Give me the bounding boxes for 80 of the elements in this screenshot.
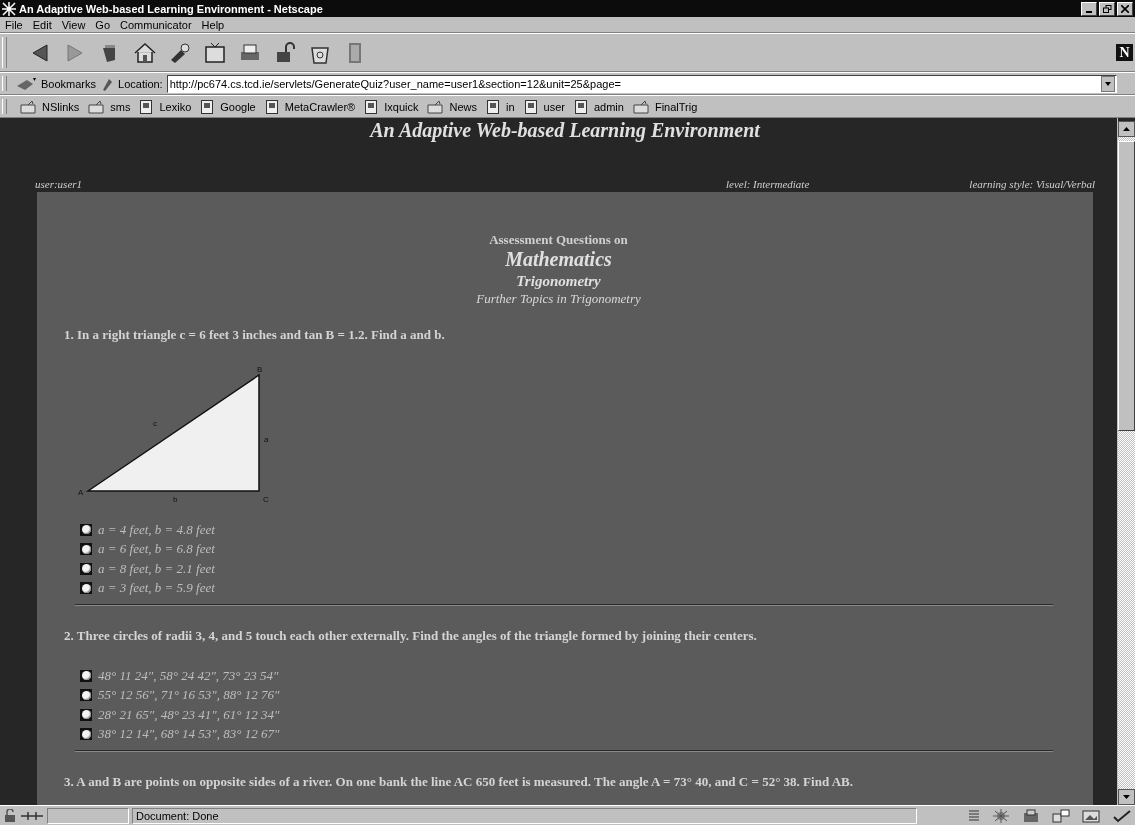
subject-title: Mathematics bbox=[504, 248, 613, 271]
question-text: 2. Three circles of radii 3, 4, and 5 touch each other externally. Find the angles of the triangle formed by joining their centers. bbox=[64, 628, 758, 644]
page-heading: An Adaptive Web-based Learning Environment bbox=[368, 119, 762, 142]
radio-button[interactable] bbox=[80, 523, 92, 536]
bookmarks-button[interactable]: Bookmarks bbox=[41, 77, 97, 90]
quiz-intro: Assessment Questions on bbox=[488, 232, 629, 248]
answer-option: a = 6 feet, b = 6.8 feet bbox=[98, 541, 215, 558]
radio-button[interactable] bbox=[80, 582, 92, 595]
learning-style: learning style: Visual/Verbal bbox=[969, 178, 1095, 190]
location-label: Location: bbox=[118, 77, 163, 90]
scroll-down-icon[interactable] bbox=[1118, 789, 1135, 805]
scroll-up-icon[interactable] bbox=[1118, 121, 1135, 137]
user-name: user:user1 bbox=[35, 178, 83, 190]
question-text: 1. In a right triangle c = 6 feet 3 inches and tan B = 1.2. Find a and b. bbox=[64, 327, 446, 343]
window-title: An Adaptive Web-based Learning Environment - Netscape bbox=[19, 2, 324, 15]
vertex-label: B bbox=[257, 365, 263, 374]
minimize-icon bbox=[1086, 10, 1092, 13]
radio-button[interactable] bbox=[80, 708, 92, 721]
personal-toolbar-item[interactable]: News bbox=[427, 99, 477, 114]
security-lock-icon bbox=[3, 808, 17, 823]
folder-icon bbox=[632, 99, 649, 114]
minimize-button[interactable] bbox=[1081, 1, 1097, 16]
personal-toolbar-item[interactable]: Lexiko bbox=[139, 99, 192, 114]
menu-item[interactable]: Edit bbox=[32, 18, 52, 31]
folder-icon bbox=[88, 99, 105, 114]
side-label: a bbox=[264, 435, 269, 444]
menu-item[interactable]: File bbox=[5, 18, 23, 31]
radio-button[interactable] bbox=[80, 728, 92, 741]
personal-toolbar-item[interactable]: MetaCrawler® bbox=[264, 99, 356, 114]
radio-button[interactable] bbox=[80, 543, 92, 556]
menu-item[interactable]: Communicator bbox=[120, 18, 192, 31]
folder-icon bbox=[427, 99, 444, 114]
scrollbar-thumb[interactable] bbox=[1118, 141, 1135, 431]
personal-toolbar-item[interactable]: user bbox=[523, 99, 565, 114]
answer-option: 28° 21 65", 48° 23 41", 61° 12 34" bbox=[98, 706, 280, 723]
page-icon bbox=[523, 99, 538, 114]
browser-logo: N bbox=[1116, 44, 1133, 61]
answer-option: a = 4 feet, b = 4.8 feet bbox=[98, 521, 215, 538]
status-text: Document: Done bbox=[132, 807, 917, 824]
radio-button[interactable] bbox=[80, 669, 92, 682]
personal-toolbar-item[interactable]: FinalTrig bbox=[632, 99, 698, 114]
answer-option: 38° 12 14", 68° 14 53", 83° 12 67" bbox=[98, 726, 280, 743]
menu-item[interactable]: Help bbox=[201, 18, 225, 31]
side-label: c bbox=[153, 419, 157, 428]
close-icon bbox=[1121, 4, 1129, 13]
folder-icon bbox=[20, 99, 36, 114]
page-icon bbox=[364, 99, 379, 114]
personal-toolbar-item[interactable]: admin bbox=[573, 99, 624, 114]
bookmark-icon bbox=[15, 75, 37, 92]
answer-option: 48° 11 24", 58° 24 42", 73° 23 54" bbox=[98, 667, 279, 684]
page-icon bbox=[264, 99, 279, 114]
menu-item[interactable]: View bbox=[61, 18, 86, 31]
page-icon bbox=[200, 99, 215, 114]
connection-icon bbox=[20, 809, 44, 822]
page-icon bbox=[573, 99, 588, 114]
personal-toolbar-item[interactable]: Ixquick bbox=[364, 99, 419, 114]
user-level: level: Intermediate bbox=[725, 178, 810, 190]
menu-item[interactable]: Go bbox=[95, 18, 111, 31]
section-title: Trigonometry bbox=[515, 272, 602, 291]
page-icon bbox=[485, 99, 500, 114]
personal-toolbar-item[interactable]: sms bbox=[88, 99, 131, 114]
restore-button[interactable] bbox=[1099, 1, 1115, 16]
location-field[interactable]: http://pc674.cs.tcd.ie/servlets/GenerateQuiz?user_name=user1&section=12&unit=25&page= bbox=[166, 74, 1117, 93]
personal-toolbar-item[interactable]: NSlinks bbox=[20, 99, 80, 114]
personal-toolbar-item[interactable]: in bbox=[485, 99, 515, 114]
chat-icon[interactable] bbox=[1052, 808, 1070, 823]
vertex-label: A bbox=[78, 488, 84, 497]
page-icon bbox=[139, 99, 154, 114]
answer-option: a = 8 feet, b = 2.1 feet bbox=[98, 560, 215, 577]
answer-option: 55° 12 56", 71° 16 53", 88° 12 76" bbox=[98, 687, 280, 704]
answer-option: a = 3 feet, b = 5.9 feet bbox=[98, 580, 215, 597]
restore-icon bbox=[1102, 4, 1112, 13]
picture-icon[interactable] bbox=[1082, 808, 1100, 823]
radio-button[interactable] bbox=[80, 562, 92, 575]
personal-toolbar-item[interactable]: Google bbox=[200, 99, 256, 114]
radio-button[interactable] bbox=[80, 689, 92, 702]
unit-title: Further Topics in Trigonometry bbox=[475, 291, 642, 307]
close-button[interactable] bbox=[1117, 1, 1133, 16]
app-icon bbox=[2, 1, 16, 16]
question-text: 3. A and B are points on opposite sides of a river. On one bank the line AC 650 feet is measured. The angle A = 73° 40, and C = 52° 38. Find AB. bbox=[64, 774, 854, 790]
